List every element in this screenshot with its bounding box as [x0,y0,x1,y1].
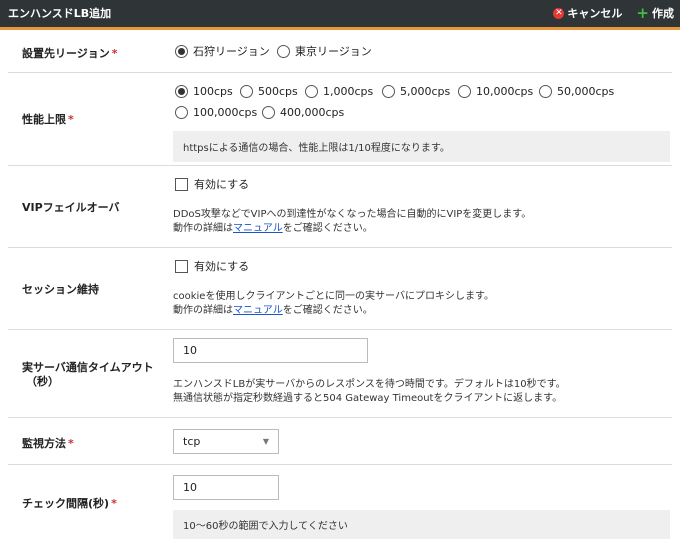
dialog-title: エンハンスドLB追加 [8,7,112,20]
interval-input[interactable]: 10 [173,475,279,500]
region-option-tokyo[interactable]: 東京リージョン [277,43,372,59]
radio-icon [539,85,552,98]
radio-icon [277,44,290,58]
timeout-input[interactable]: 10 [173,338,368,363]
perf-option-100[interactable]: 100cps [175,85,233,98]
dropdown-caret-icon: ▼ [262,437,269,446]
vip-manual-link[interactable]: マニュアル [233,223,283,234]
checkbox-icon [175,259,188,273]
radio-icon [382,85,395,98]
radio-icon [240,85,253,98]
radio-icon [262,106,275,119]
timeout-label: 実サーバ通信タイムアウト （秒） [22,361,154,388]
create-button[interactable]: + 作成 [636,5,674,21]
dialog-header: エンハンスドLB追加 ✕ キャンセル + 作成 [0,0,680,30]
vip-failover-description: DDoS攻撃などでVIPへの到達性がなくなった場合に自動的にVIPを変更します。… [173,209,532,234]
monitor-label: 監視方法 * [22,437,74,450]
radio-icon [305,85,318,98]
session-description: cookieを使用しクライアントごとに同一の実サーバにプロキシします。 動作の詳… [173,291,494,316]
interval-label: チェック間隔(秒) * [22,497,117,510]
cancel-icon: ✕ [553,7,565,19]
performance-note: httpsによる通信の場合、性能上限は1/10程度になります。 [173,131,670,162]
session-row: セッション維持 有効にする cookieを使用しクライアントごとに同一の実サーバ… [8,248,672,330]
timeout-row: 実サーバ通信タイムアウト （秒） 10 エンハンスドLBが実サーバからのレスポン… [8,330,672,418]
session-checkbox[interactable]: 有効にする [175,258,249,274]
interval-note: 10～60秒の範囲で入力してください [173,510,670,539]
performance-label: 性能上限 * [22,113,74,126]
perf-option-5000[interactable]: 5,000cps [382,85,450,98]
radio-checked-icon [175,44,188,58]
perf-option-1000[interactable]: 1,000cps [305,85,373,98]
cancel-label: キャンセル [567,7,623,20]
radio-checked-icon [175,85,188,98]
radio-icon [175,106,188,119]
performance-row: 性能上限 * 100cps 500cps 1,000cps 5,000cps 10… [8,73,672,166]
vip-failover-label: VIPフェイルオーバ [22,201,120,214]
perf-option-500[interactable]: 500cps [240,85,298,98]
radio-icon [458,85,471,98]
region-option-ishikari[interactable]: 石狩リージョン [175,43,270,59]
monitor-row: 監視方法 * tcp ▼ [8,418,672,465]
perf-option-100000[interactable]: 100,000cps [175,106,257,119]
region-row: 設置先リージョン * 石狩リージョン 東京リージョン [8,30,672,73]
cancel-button[interactable]: ✕ キャンセル [553,5,622,21]
plus-icon: + [636,3,649,22]
create-label: 作成 [652,7,674,20]
vip-failover-row: VIPフェイルオーバ 有効にする DDoS攻撃などでVIPへの到達性がなくなった… [8,166,672,248]
region-label: 設置先リージョン * [22,47,118,60]
perf-option-10000[interactable]: 10,000cps [458,85,533,98]
interval-row: チェック間隔(秒) * 10 10～60秒の範囲で入力してください [8,465,672,545]
perf-option-50000[interactable]: 50,000cps [539,85,614,98]
vip-failover-checkbox[interactable]: 有効にする [175,176,249,192]
session-label: セッション維持 [22,283,99,296]
monitor-select[interactable]: tcp ▼ [173,429,279,454]
header-actions: ✕ キャンセル + 作成 [553,5,674,21]
perf-option-400000[interactable]: 400,000cps [262,106,344,119]
timeout-description: エンハンスドLBが実サーバからのレスポンスを待つ時間です。デフォルトは10秒です… [173,379,566,404]
checkbox-icon [175,177,188,191]
session-manual-link[interactable]: マニュアル [233,305,283,316]
